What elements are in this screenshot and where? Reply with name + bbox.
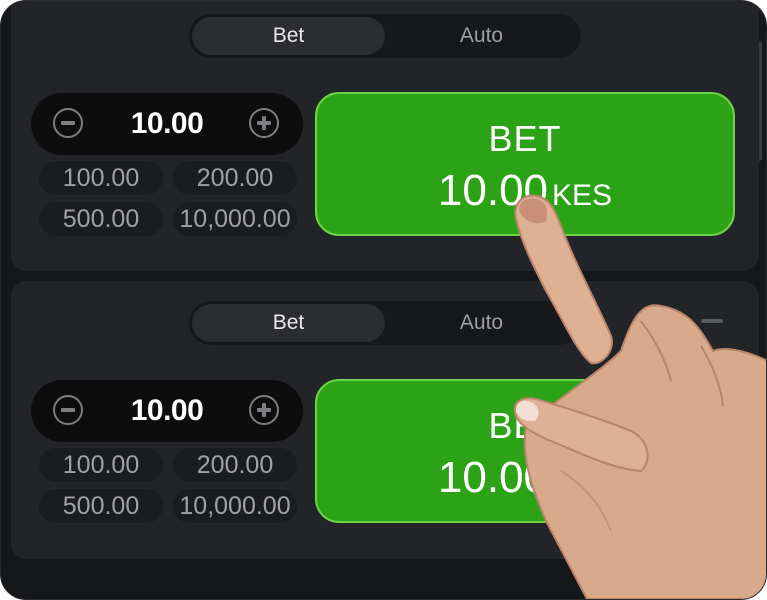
bet-button-amount: 10.00 [437, 166, 549, 215]
bet-mode-tabs-2: Bet Auto [189, 301, 581, 345]
remove-panel-icon[interactable] [701, 319, 723, 323]
bet-widget-frame: Bet Auto 10.00 100.00 200.00 500.00 10,0… [0, 0, 767, 600]
minus-circle-icon[interactable] [53, 108, 83, 138]
bet-button-2[interactable]: BET 10.00 KES [315, 379, 735, 523]
tab-bet[interactable]: Bet [192, 304, 385, 342]
preset-500-button[interactable]: 500.00 [39, 202, 163, 236]
bet-mode-tabs-1: Bet Auto [189, 14, 581, 58]
preset-10000-button[interactable]: 10,000.00 [173, 489, 297, 523]
bet-button-title: BET [488, 405, 562, 446]
bet-button-amount: 10.00 [437, 453, 549, 502]
minus-circle-icon[interactable] [53, 395, 83, 425]
preset-200-button[interactable]: 200.00 [173, 161, 297, 195]
plus-circle-icon[interactable] [249, 108, 279, 138]
tab-auto[interactable]: Auto [385, 17, 578, 55]
bet-button-amount-line: 10.00 KES [317, 453, 733, 503]
bet-amount-input[interactable]: 10.00 [91, 380, 243, 442]
preset-100-button[interactable]: 100.00 [39, 448, 163, 482]
preset-200-button[interactable]: 200.00 [173, 448, 297, 482]
tab-auto[interactable]: Auto [385, 304, 578, 342]
bet-amount-input[interactable]: 10.00 [91, 93, 243, 155]
preset-500-button[interactable]: 500.00 [39, 489, 163, 523]
bet-button-1[interactable]: BET 10.00 KES [315, 92, 735, 236]
amount-stepper-1: 10.00 [31, 93, 303, 155]
preset-100-button[interactable]: 100.00 [39, 161, 163, 195]
amount-stepper-2: 10.00 [31, 380, 303, 442]
tab-bet[interactable]: Bet [192, 17, 385, 55]
bet-button-amount-line: 10.00 KES [317, 166, 733, 216]
bet-button-title: BET [488, 118, 562, 159]
plus-circle-icon[interactable] [249, 395, 279, 425]
bet-button-currency: KES [552, 466, 613, 499]
bet-button-currency: KES [552, 179, 613, 212]
preset-10000-button[interactable]: 10,000.00 [173, 202, 297, 236]
